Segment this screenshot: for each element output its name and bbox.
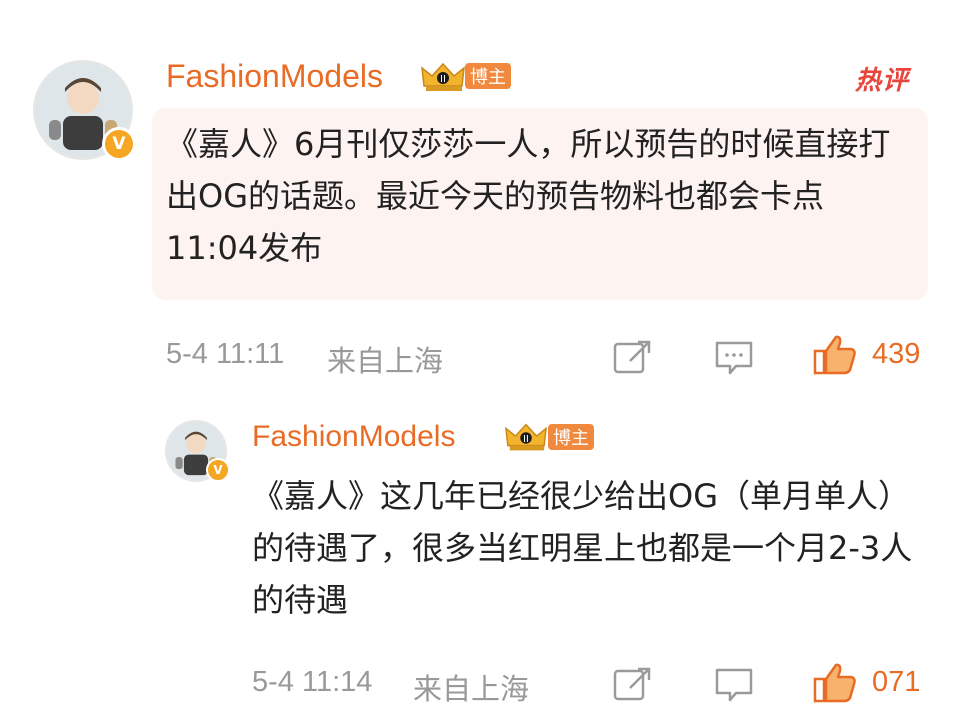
comment-location: 来自上海 <box>327 346 444 378</box>
reply-verified-badge: V <box>206 458 230 482</box>
reply-location: 来自上海 <box>413 674 530 706</box>
like-icon[interactable] <box>812 334 858 376</box>
reply-crown-level-icon: II <box>504 420 548 454</box>
comment-icon[interactable] <box>714 339 754 377</box>
svg-text:II: II <box>440 74 446 85</box>
reply-comment-icon[interactable] <box>714 666 754 704</box>
reply-like-icon[interactable] <box>812 662 858 704</box>
comment-time: 5-4 11:11 <box>166 338 285 370</box>
like-count: 439 <box>872 338 921 370</box>
reply-username[interactable]: FashionModels <box>252 420 455 454</box>
reply-time: 5-4 11:14 <box>252 666 373 698</box>
reply-text: 《嘉人》这几年已经很少给出OG（单月单人）的待遇了，很多当红明星上也都是一个月2… <box>252 477 913 619</box>
share-icon[interactable] <box>612 339 652 375</box>
reply-like-count: 071 <box>872 666 921 698</box>
comment-username[interactable]: FashionModels <box>166 58 383 95</box>
reply-share-icon[interactable] <box>612 666 652 702</box>
comment-text: 《嘉人》6月刊仅莎莎一人，所以预告的时候直接打出OG的话题。最近今天的预告物料也… <box>166 125 891 267</box>
role-badge: 博主 <box>465 63 511 89</box>
reply-role-badge: 博主 <box>548 424 594 450</box>
hot-comment-label: 热评 <box>855 66 910 96</box>
crown-level-icon: II <box>420 60 466 94</box>
verified-badge: V <box>102 127 136 161</box>
svg-text:II: II <box>523 434 529 445</box>
